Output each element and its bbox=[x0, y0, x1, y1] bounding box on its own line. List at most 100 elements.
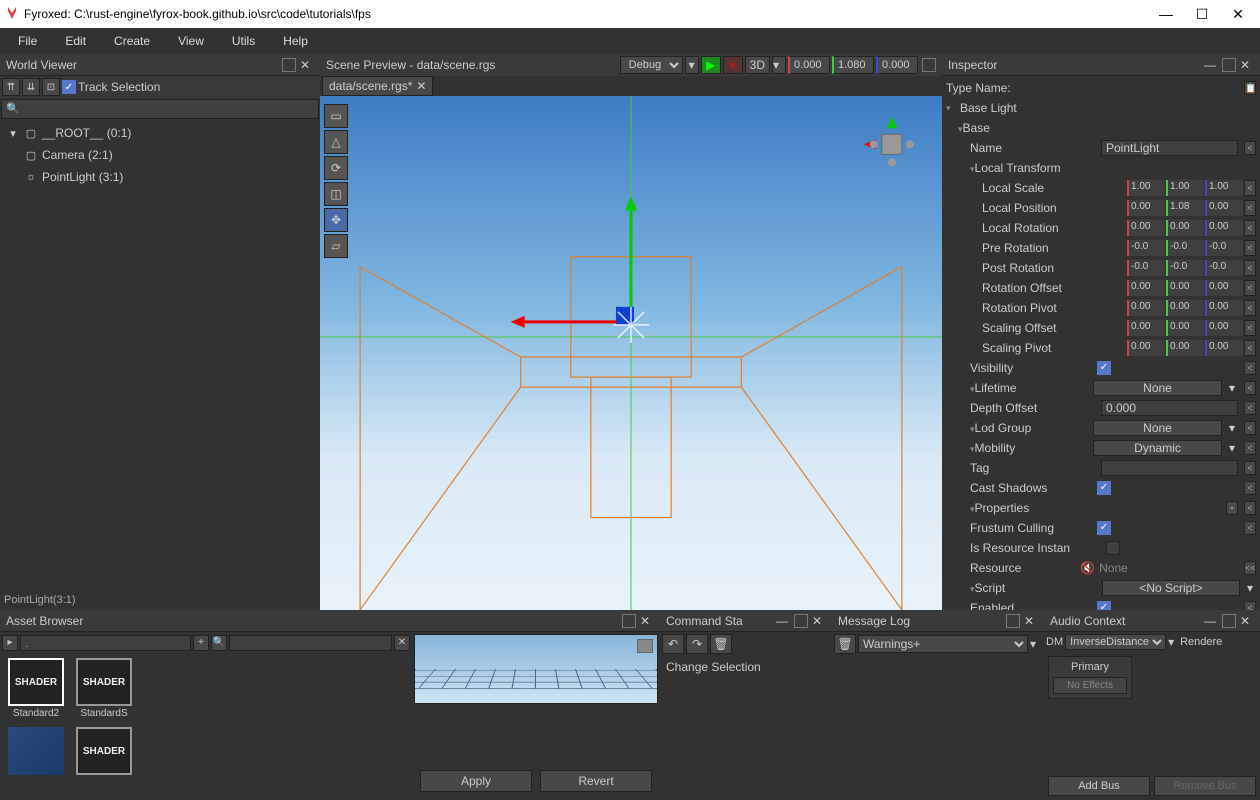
panel-maximize-icon[interactable] bbox=[1006, 614, 1020, 628]
panel-close-icon[interactable]: ✕ bbox=[812, 614, 826, 628]
local-rotation-y[interactable]: 0.00 bbox=[1166, 220, 1204, 236]
rotation-pivot-z[interactable]: 0.00 bbox=[1205, 300, 1243, 316]
pos-x-input[interactable] bbox=[788, 56, 830, 74]
asset-item[interactable]: SHADERStandardS bbox=[72, 658, 136, 719]
pre-rotation-y[interactable]: -0.0 bbox=[1166, 240, 1204, 256]
tag-input[interactable] bbox=[1101, 460, 1238, 476]
revert-icon[interactable]: < bbox=[1244, 461, 1256, 475]
asset-item[interactable]: SHADER bbox=[72, 727, 136, 775]
tree-item-pointlight[interactable]: ☼ PointLight (3:1) bbox=[0, 166, 320, 188]
panel-maximize-icon[interactable] bbox=[794, 614, 808, 628]
revert-icon[interactable]: < bbox=[1244, 401, 1256, 415]
mobility-select[interactable]: Dynamic bbox=[1093, 440, 1222, 456]
panel-close-icon[interactable]: ✕ bbox=[640, 614, 654, 628]
build-config-dropdown-icon[interactable]: ▾ bbox=[685, 56, 699, 74]
distance-model-select[interactable]: InverseDistance bbox=[1065, 634, 1166, 650]
revert-icon[interactable]: < bbox=[1244, 141, 1256, 155]
script-select[interactable]: <No Script> bbox=[1102, 580, 1240, 596]
revert-icon[interactable]: < bbox=[1244, 501, 1256, 515]
pre-rotation-z[interactable]: -0.0 bbox=[1205, 240, 1243, 256]
panel-minimize-icon[interactable]: — bbox=[776, 614, 790, 628]
section-lifetime[interactable]: Lifetime bbox=[975, 381, 1017, 395]
post-rotation-y[interactable]: -0.0 bbox=[1166, 260, 1204, 276]
revert-icon[interactable]: < bbox=[1244, 601, 1256, 610]
path-input[interactable]: . bbox=[20, 635, 191, 651]
command-item[interactable]: Change Selection bbox=[662, 658, 830, 676]
revert-icon[interactable]: < bbox=[1244, 300, 1256, 316]
view-mode-dropdown-icon[interactable]: ▾ bbox=[772, 56, 786, 74]
rotation-offset-y[interactable]: 0.00 bbox=[1166, 280, 1204, 296]
local-position-x[interactable]: 0.00 bbox=[1127, 200, 1165, 216]
local-rotation-x[interactable]: 0.00 bbox=[1127, 220, 1165, 236]
pre-rotation-x[interactable]: -0.0 bbox=[1127, 240, 1165, 256]
clear-log-button[interactable]: 🗑 bbox=[834, 634, 856, 654]
local-rotation-z[interactable]: 0.00 bbox=[1205, 220, 1243, 236]
section-properties[interactable]: Properties bbox=[975, 501, 1030, 515]
revert-icon[interactable]: < bbox=[1244, 441, 1256, 455]
revert-icon[interactable]: < bbox=[1244, 421, 1256, 435]
scene-tab[interactable]: data/scene.rgs* ✕ bbox=[322, 76, 433, 96]
local-position-y[interactable]: 1.08 bbox=[1166, 200, 1204, 216]
panel-close-icon[interactable]: ✕ bbox=[300, 58, 314, 72]
asset-item[interactable]: SHADERStandard2 bbox=[4, 658, 68, 719]
scaling-offset-y[interactable]: 0.00 bbox=[1166, 320, 1204, 336]
revert-icon[interactable]: < bbox=[1244, 240, 1256, 256]
tree-item-camera[interactable]: ▢ Camera (2:1) bbox=[0, 144, 320, 166]
rotation-pivot-x[interactable]: 0.00 bbox=[1127, 300, 1165, 316]
nav-back-button[interactable]: ▸ bbox=[2, 635, 18, 651]
post-rotation-z[interactable]: -0.0 bbox=[1205, 260, 1243, 276]
revert-icon[interactable]: < bbox=[1244, 200, 1256, 216]
visibility-checkbox[interactable]: ✓ bbox=[1097, 361, 1111, 375]
close-button[interactable]: ✕ bbox=[1220, 2, 1256, 26]
revert-icon[interactable]: < bbox=[1244, 220, 1256, 236]
revert-icon[interactable]: < bbox=[1244, 521, 1256, 535]
menu-create[interactable]: Create bbox=[100, 30, 164, 52]
revert-icon[interactable]: < bbox=[1244, 361, 1256, 375]
panel-maximize-icon[interactable] bbox=[282, 58, 296, 72]
apply-button[interactable]: Apply bbox=[420, 770, 532, 792]
frustum-culling-checkbox[interactable]: ✓ bbox=[1097, 521, 1111, 535]
play-button[interactable]: ▶ bbox=[701, 56, 721, 74]
revert-icon[interactable]: < bbox=[1244, 381, 1256, 395]
post-rotation-x[interactable]: -0.0 bbox=[1127, 260, 1165, 276]
locate-button[interactable]: ⊡ bbox=[42, 78, 60, 96]
minimize-button[interactable]: — bbox=[1148, 2, 1184, 26]
section-mobility[interactable]: Mobility bbox=[975, 441, 1016, 455]
revert-icon[interactable]: < bbox=[1244, 320, 1256, 336]
revert-icon[interactable]: < bbox=[1244, 340, 1256, 356]
expand-all-button[interactable]: ⇊ bbox=[22, 78, 40, 96]
undo-button[interactable]: ↶ bbox=[662, 634, 684, 654]
panel-maximize-icon[interactable] bbox=[1222, 614, 1236, 628]
clipboard-icon[interactable]: 📋 bbox=[1244, 81, 1256, 95]
name-input[interactable] bbox=[1101, 140, 1238, 156]
depth-offset-input[interactable] bbox=[1101, 400, 1238, 416]
scaling-offset-x[interactable]: 0.00 bbox=[1127, 320, 1165, 336]
revert-icon[interactable]: < bbox=[1244, 180, 1256, 196]
local-scale-y[interactable]: 1.00 bbox=[1166, 180, 1204, 196]
rotation-pivot-y[interactable]: 0.00 bbox=[1166, 300, 1204, 316]
revert-icon[interactable]: < bbox=[1244, 280, 1256, 296]
scaling-pivot-y[interactable]: 0.00 bbox=[1166, 340, 1204, 356]
section-lod-group[interactable]: Lod Group bbox=[975, 421, 1032, 435]
section-local-transform[interactable]: Local Transform bbox=[975, 161, 1061, 175]
panel-minimize-icon[interactable]: — bbox=[1204, 614, 1218, 628]
log-filter-select[interactable]: Warnings+ bbox=[858, 635, 1028, 653]
track-selection-checkbox[interactable]: ✓ bbox=[62, 80, 76, 94]
local-scale-z[interactable]: 1.00 bbox=[1205, 180, 1243, 196]
menu-utils[interactable]: Utils bbox=[218, 30, 269, 52]
close-tab-icon[interactable]: ✕ bbox=[416, 79, 426, 93]
enabled-checkbox[interactable]: ✓ bbox=[1097, 601, 1111, 610]
expand-icon[interactable]: ▾ bbox=[6, 127, 20, 140]
local-scale-x[interactable]: 1.00 bbox=[1127, 180, 1165, 196]
scaling-offset-z[interactable]: 0.00 bbox=[1205, 320, 1243, 336]
rotation-offset-z[interactable]: 0.00 bbox=[1205, 280, 1243, 296]
scaling-pivot-x[interactable]: 0.00 bbox=[1127, 340, 1165, 356]
revert-icon[interactable]: << bbox=[1244, 561, 1256, 575]
pos-y-input[interactable] bbox=[832, 56, 874, 74]
section-script[interactable]: Script bbox=[975, 581, 1006, 595]
panel-maximize-icon[interactable] bbox=[1222, 58, 1236, 72]
panel-close-icon[interactable]: ✕ bbox=[1240, 58, 1254, 72]
clear-search-button[interactable]: ✕ bbox=[394, 635, 410, 651]
remove-bus-button[interactable]: Remove Bus bbox=[1154, 776, 1256, 796]
cast-shadows-checkbox[interactable]: ✓ bbox=[1097, 481, 1111, 495]
